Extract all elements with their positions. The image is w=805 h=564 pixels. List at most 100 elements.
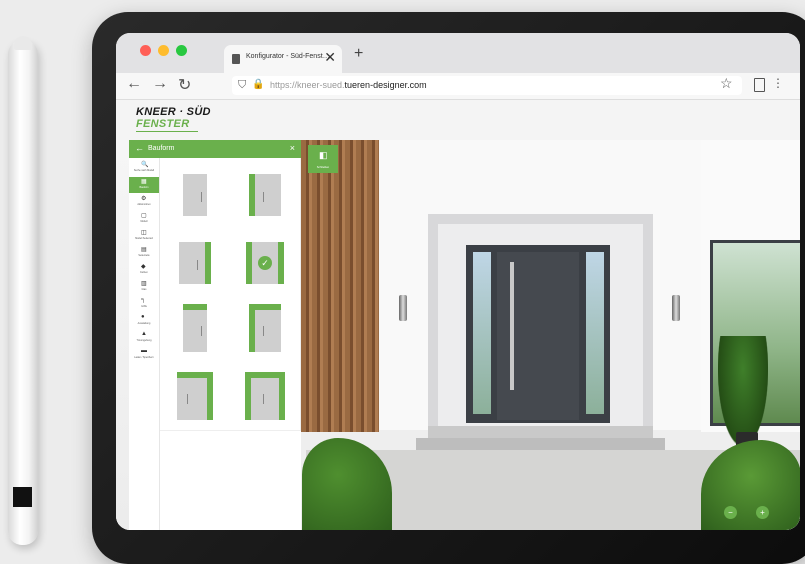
stylus-pencil [8, 40, 38, 545]
door-thumbnail [249, 304, 281, 352]
entrance-step-lower [416, 438, 665, 450]
page-icon[interactable] [754, 78, 765, 92]
door-handle-mark [263, 394, 264, 404]
sidelight-mark [278, 242, 284, 284]
back-arrow-icon[interactable]: ← [135, 143, 144, 153]
close-icon[interactable]: × [290, 143, 295, 153]
forward-button[interactable]: → [152, 75, 168, 93]
sidelight-mark [249, 174, 255, 216]
door-handle [510, 262, 514, 390]
door-thumbnail [249, 174, 281, 216]
nav-item-glass[interactable]: ▥ Glas [129, 279, 159, 295]
shield-icon[interactable]: ⛉ [238, 79, 246, 92]
zoom-in-button[interactable]: + [756, 506, 769, 519]
entrance-step-upper [428, 426, 653, 438]
gear-icon: ⚙ [141, 196, 147, 202]
door-thumbnail [183, 304, 207, 352]
browser-window: Konfigurator - Süd-Fenst… ✕ + ← → ↻ ⛉ 🔒 … [116, 33, 800, 530]
nav-label: Modell Seitenteil [135, 237, 153, 240]
navigation-bar: ← → ↻ ⛉ 🔒 https://kneer-sued.tueren-desi… [116, 73, 800, 100]
new-tab-button[interactable]: + [354, 45, 363, 63]
zoom-out-button[interactable]: − [724, 506, 737, 519]
nav-item-model-sidepanel[interactable]: ◫ Modell Seitenteil [129, 228, 159, 244]
wood-cladding [301, 140, 379, 432]
handle-icon: ╕ [141, 297, 146, 303]
back-button[interactable]: ← [126, 75, 142, 93]
door-handle-mark [197, 260, 198, 270]
search-icon: 🔍 [141, 162, 149, 168]
selected-check-icon: ✓ [258, 256, 272, 270]
brand-header: KNEER · SÜD FENSTER [116, 100, 800, 141]
nav-item-sidepanels[interactable]: ▤ Seitenteile [129, 245, 159, 261]
variant-door-toplight-both[interactable] [230, 362, 301, 431]
nav-item-handles[interactable]: ╕ Griffe [129, 296, 159, 312]
sidelight-mark [279, 372, 285, 420]
nav-item-bauform[interactable]: ▦ Bauform [129, 177, 159, 193]
nav-label: Bauform [139, 186, 149, 189]
url-domain: tueren-designer.com [344, 80, 427, 90]
sidepanel-icon: ◫ [141, 230, 147, 236]
panel-title: Bauform [148, 145, 175, 152]
variant-grid: ✓ [160, 158, 301, 530]
sidelight-mark [246, 242, 252, 284]
address-bar[interactable]: ⛉ 🔒 https://kneer-sued.tueren-designer.c… [232, 76, 742, 95]
door-handle-mark [201, 326, 202, 336]
tab-close-icon[interactable]: ✕ [324, 49, 336, 66]
bookmark-star-icon[interactable]: ☆ [720, 75, 733, 92]
lock-icon[interactable]: 🔒 [252, 79, 264, 90]
nav-label: Aktionstüren [137, 203, 151, 206]
wall-lamp-left [399, 295, 407, 321]
door-icon: ▢ [141, 213, 147, 219]
door-handle-mark [201, 192, 202, 202]
reload-button[interactable]: ↻ [178, 75, 191, 95]
nav-label: Seitenteile [138, 254, 150, 257]
variant-door[interactable] [160, 158, 231, 227]
browser-tab[interactable]: Konfigurator - Süd-Fenst… ✕ [224, 45, 342, 73]
nav-item-surroundings[interactable]: ▲ Türumgebung [129, 330, 159, 346]
close-panel-button[interactable]: ◧ Schließen [308, 145, 338, 173]
nav-label: Laden / Speichern [134, 356, 154, 359]
variant-door-sidelight-right[interactable] [160, 226, 231, 295]
sidelight-right [586, 252, 604, 414]
door-thumbnail [245, 372, 285, 420]
nav-item-actions[interactable]: ⚙ Aktionstüren [129, 194, 159, 210]
nav-item-save[interactable]: ▬ Laden / Speichern [129, 347, 159, 363]
nav-item-search[interactable]: 🔍 Suche nach Modell [129, 160, 159, 176]
layout-icon: ▦ [141, 179, 147, 185]
toplight-mark [183, 304, 207, 310]
nav-label: Glas [141, 288, 147, 291]
page-favicon-icon [232, 54, 240, 64]
panel-toggle-icon: ◧ [319, 150, 328, 160]
menu-icon[interactable]: ⋮ [772, 76, 784, 90]
nav-item-model[interactable]: ▢ Modell [129, 211, 159, 227]
window-close-dot[interactable] [140, 45, 151, 56]
door-thumbnail [177, 372, 213, 420]
equipment-icon: ● [141, 314, 145, 320]
variant-door-sidelight-left[interactable] [230, 158, 301, 227]
brand-underline [136, 131, 198, 132]
nav-label: Modell [140, 220, 148, 223]
window-minimize-dot[interactable] [158, 45, 169, 56]
nav-label: Suche nach Modell [133, 169, 155, 172]
nav-item-equipment[interactable]: ● Ausstattung [129, 313, 159, 329]
stylus-tip [14, 36, 32, 50]
step-navigation: 🔍 Suche nach Modell ▦ Bauform ⚙ Aktionstüre… [129, 158, 160, 530]
sidelight-left [473, 252, 491, 414]
nav-label: Farben [140, 271, 148, 274]
variant-door-toplight-sidelight[interactable] [230, 294, 301, 363]
brand-logo-line2: FENSTER [136, 118, 190, 130]
window-maximize-dot[interactable] [176, 45, 187, 56]
save-icon: ▬ [141, 348, 147, 354]
stylus-band [13, 487, 32, 507]
close-panel-label: Schließen [316, 165, 330, 169]
url-text[interactable]: https://kneer-sued.tueren-designer.com [270, 80, 427, 90]
variant-door-sidelights-selected[interactable]: ✓ [230, 226, 301, 295]
sidelight-mark [245, 372, 251, 420]
paint-icon: ◆ [141, 264, 146, 270]
variant-door-toplight-sidelight-right[interactable] [160, 362, 231, 431]
door-thumbnail [183, 174, 207, 216]
nav-item-colors[interactable]: ◆ Farben [129, 262, 159, 278]
door-thumbnail [179, 242, 211, 284]
variant-door-toplight[interactable] [160, 294, 231, 363]
potted-plant [718, 336, 768, 446]
